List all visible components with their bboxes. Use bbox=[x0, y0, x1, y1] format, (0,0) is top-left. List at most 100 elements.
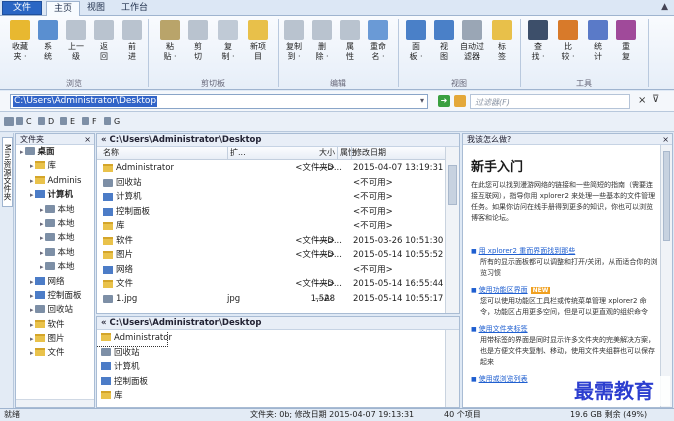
ribbon-button-tag[interactable]: 标 签 bbox=[490, 20, 514, 62]
expand-icon[interactable]: ▸ bbox=[30, 191, 34, 199]
vertical-scrollbar-bottom[interactable] bbox=[445, 330, 459, 407]
table-row[interactable]: 网络 <不可用> bbox=[97, 263, 445, 278]
side-tab-mini-folders[interactable]: Mini资源文件夹 bbox=[2, 137, 13, 207]
column-name[interactable]: 名称 bbox=[103, 147, 119, 159]
ribbon-button-delete[interactable]: 删 除 · bbox=[310, 20, 334, 62]
ribbon-button-star[interactable]: 收藏 夹 · bbox=[8, 20, 32, 62]
table-row[interactable]: 图片 <文件夹> ----D... 2015-05-14 10:55:52 bbox=[97, 248, 445, 263]
expand-icon[interactable]: ▸ bbox=[40, 206, 44, 214]
tree-item[interactable]: ▸ 本地 bbox=[16, 203, 94, 217]
list-item[interactable]: 库 bbox=[97, 389, 445, 404]
tree-item[interactable]: ▸ 文件 bbox=[16, 346, 94, 360]
close-icon[interactable]: × bbox=[84, 134, 91, 145]
expand-icon[interactable]: ▸ bbox=[30, 162, 34, 170]
drive-list-icon[interactable] bbox=[4, 117, 14, 126]
tab-view[interactable]: 视图 bbox=[80, 1, 112, 16]
help-scrollbar[interactable] bbox=[660, 145, 672, 407]
table-row[interactable]: 1.jpg jpg 1,528 ---A- 2015-05-14 10:55:17 bbox=[97, 292, 445, 307]
ribbon-button-stats[interactable]: 统 计 bbox=[586, 20, 610, 62]
ribbon-collapse-icon[interactable]: ▲ bbox=[661, 2, 668, 12]
file-menu-button[interactable]: 文件 bbox=[2, 1, 42, 15]
ribbon-button-binoculars[interactable]: 查 找 · bbox=[526, 20, 550, 62]
ribbon-button-panel[interactable]: 面 板 · bbox=[404, 20, 428, 62]
table-row[interactable]: 库 <不可用> bbox=[97, 219, 445, 234]
tree-item[interactable]: ▸ 库 bbox=[16, 159, 94, 173]
go-icon[interactable]: ➜ bbox=[438, 95, 450, 107]
table-row[interactable]: 计算机 <不可用> bbox=[97, 190, 445, 205]
expand-icon[interactable]: ▸ bbox=[30, 292, 34, 300]
list-item[interactable]: 计算机 bbox=[97, 360, 445, 375]
help-topic-link[interactable]: 使用文件夹标签 bbox=[479, 325, 528, 333]
expand-icon[interactable]: ▸ bbox=[30, 306, 34, 314]
tree-item[interactable]: ▸ 桌面 bbox=[16, 145, 94, 159]
tab-home[interactable]: 主页 bbox=[46, 1, 81, 17]
filter-options-icon[interactable]: ⊽ bbox=[652, 94, 659, 105]
tree-item[interactable]: ▸ 本地 bbox=[16, 217, 94, 231]
list-item[interactable]: Administrator bbox=[97, 331, 172, 347]
help-scrollbar-thumb[interactable] bbox=[663, 151, 670, 241]
search-scope-icon[interactable] bbox=[454, 95, 466, 107]
drive-c[interactable]: C bbox=[16, 116, 32, 127]
drive-e[interactable]: E bbox=[60, 116, 75, 127]
vertical-scrollbar[interactable] bbox=[445, 147, 459, 313]
tree-item[interactable]: ▸ 网络 bbox=[16, 275, 94, 289]
filter-input[interactable]: 过滤器(F) bbox=[470, 94, 630, 109]
table-row[interactable]: 文件 <文件夹> ----D... 2015-05-14 16:55:44 bbox=[97, 277, 445, 292]
help-topic-link[interactable]: 用 xplorer2 重而界面找到那些 bbox=[479, 247, 576, 255]
ribbon-button-cut[interactable]: 剪 切 bbox=[186, 20, 210, 62]
ribbon-button-rename[interactable]: 重命 名 · bbox=[366, 20, 390, 62]
expand-icon[interactable]: ▸ bbox=[30, 177, 34, 185]
ribbon-button-system[interactable]: 系 统 bbox=[36, 20, 60, 62]
close-icon[interactable]: × bbox=[662, 134, 669, 145]
tab-workbench[interactable]: 工作台 bbox=[114, 1, 155, 16]
expand-icon[interactable]: ▸ bbox=[40, 220, 44, 228]
ribbon-button-properties[interactable]: 属 性 bbox=[338, 20, 362, 62]
expand-icon[interactable]: ▸ bbox=[40, 234, 44, 242]
column-ext[interactable]: 扩... bbox=[227, 147, 246, 159]
ribbon-button-new-folder[interactable]: 新项 目 bbox=[246, 20, 270, 62]
help-topic-link[interactable]: 使用功能区界面 bbox=[479, 286, 528, 294]
clear-filter-icon[interactable]: × bbox=[638, 95, 646, 106]
expand-icon[interactable]: ▸ bbox=[30, 278, 34, 286]
ribbon-button-duplicate[interactable]: 重 复 bbox=[614, 20, 638, 62]
tree-item[interactable]: ▸ 回收站 bbox=[16, 303, 94, 317]
tree-item[interactable]: ▸ 本地 bbox=[16, 231, 94, 245]
table-row[interactable]: Administrator <文件夹> ----D... 2015-04-07 13:… bbox=[97, 161, 445, 176]
ribbon-button-forward[interactable]: 前 进 bbox=[120, 20, 144, 62]
ribbon-button-copy[interactable]: 复 制 · bbox=[216, 20, 240, 62]
column-date[interactable]: 修改日期 bbox=[351, 147, 386, 159]
expand-icon[interactable]: ▸ bbox=[40, 249, 44, 257]
tree-item[interactable]: ▸ 软件 bbox=[16, 318, 94, 332]
drive-d[interactable]: D bbox=[38, 116, 54, 127]
table-row[interactable]: 控制面板 <不可用> bbox=[97, 205, 445, 220]
expand-icon[interactable]: ▸ bbox=[30, 335, 34, 343]
ribbon-button-filter[interactable]: 自动过 滤器 bbox=[460, 20, 484, 62]
address-field[interactable]: C:\Users\Administrator\Desktop ▾ bbox=[10, 94, 428, 109]
drive-g[interactable]: G bbox=[104, 116, 120, 127]
expand-icon[interactable]: ▸ bbox=[20, 148, 24, 156]
ribbon-button-view[interactable]: 视 图 bbox=[432, 20, 456, 62]
column-size[interactable]: 大小 bbox=[287, 147, 335, 159]
help-topic-link[interactable]: 使用或浏览列表 bbox=[479, 375, 528, 383]
drive-f[interactable]: F bbox=[82, 116, 97, 127]
list-item[interactable]: 回收站 bbox=[97, 346, 445, 361]
tree-item[interactable]: ▸ 计算机 bbox=[16, 188, 94, 202]
tree-hscrollbar[interactable] bbox=[16, 399, 94, 407]
table-row[interactable]: 软件 <文件夹> ----D... 2015-03-26 10:51:30 bbox=[97, 234, 445, 249]
tree-item[interactable]: ▸ 控制面板 bbox=[16, 289, 94, 303]
ribbon-button-back[interactable]: 返 回 bbox=[92, 20, 116, 62]
ribbon-button-paste[interactable]: 粘 贴 · bbox=[158, 20, 182, 62]
tree-item[interactable]: ▸ 本地 bbox=[16, 260, 94, 274]
table-row[interactable]: 回收站 <不可用> bbox=[97, 176, 445, 191]
scrollbar-thumb[interactable] bbox=[448, 165, 457, 205]
list-item[interactable]: 控制面板 bbox=[97, 375, 445, 390]
expand-icon[interactable]: ▸ bbox=[30, 321, 34, 329]
tree-item[interactable]: ▸ 本地 bbox=[16, 246, 94, 260]
ribbon-button-up[interactable]: 上一 级 bbox=[64, 20, 88, 62]
tree-item[interactable]: ▸ 图片 bbox=[16, 332, 94, 346]
expand-icon[interactable]: ▸ bbox=[30, 349, 34, 357]
address-dropdown-icon[interactable]: ▾ bbox=[420, 96, 424, 105]
expand-icon[interactable]: ▸ bbox=[40, 263, 44, 271]
tree-item[interactable]: ▸ Adminis bbox=[16, 174, 94, 188]
ribbon-button-compare[interactable]: 比 较 · bbox=[556, 20, 580, 62]
